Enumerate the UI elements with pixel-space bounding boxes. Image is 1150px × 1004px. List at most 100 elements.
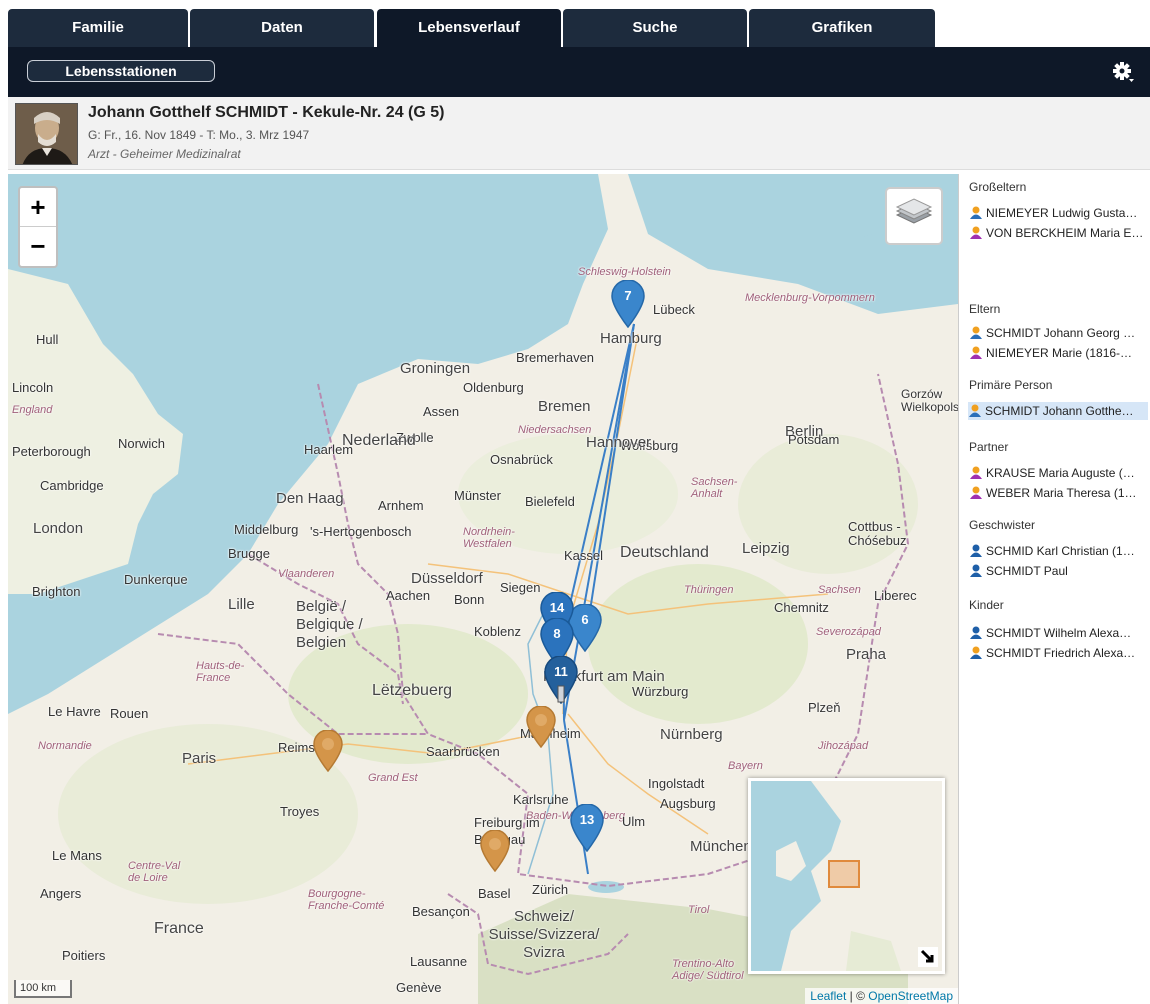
label-jihozapad: Jihozápad <box>818 740 869 752</box>
section-title: Großeltern <box>969 180 1027 194</box>
map-marker-orange[interactable] <box>313 730 343 772</box>
map-marker-11[interactable]: 11 <box>544 656 578 704</box>
list-item[interactable]: SCHMIDT Johann Georg … <box>969 324 1149 342</box>
person-female-icon <box>969 486 983 499</box>
label-bielefeld: Bielefeld <box>525 494 575 509</box>
label-bremen: Bremen <box>538 398 591 415</box>
label-lausanne: Lausanne <box>410 954 468 969</box>
main-tabs: Familie Daten Lebensverlauf Suche Grafik… <box>0 0 1150 47</box>
label-praha: Praha <box>846 646 887 663</box>
person-male-icon <box>969 626 983 639</box>
person-female-icon <box>969 226 983 239</box>
map-marker-13[interactable]: 13 <box>570 804 604 852</box>
list-item[interactable]: SCHMIDT Friedrich Alexa… <box>969 644 1149 662</box>
label-arnhem: Arnhem <box>378 498 424 513</box>
lebensstationen-button[interactable]: Lebensstationen <box>27 60 215 82</box>
label-karlsruhe: Karlsruhe <box>513 792 569 807</box>
zoom-in-button[interactable]: + <box>20 188 56 227</box>
label-plzen: Plzeň <box>808 700 841 715</box>
label-leipzig: Leipzig <box>742 540 790 557</box>
label-middelburg: Middelburg <box>234 522 299 537</box>
label-reims: Reims <box>278 740 315 755</box>
person-male-icon <box>969 564 983 577</box>
zoom-out-button[interactable]: − <box>20 227 56 266</box>
label-grandest: Grand Est <box>368 772 418 784</box>
label-nederland: Nederland <box>342 432 416 449</box>
tab-suche[interactable]: Suche <box>563 9 747 47</box>
label-mecklenburg: Mecklenburg-Vorpommern <box>745 292 875 304</box>
label-wuerzburg: Würzburg <box>632 684 689 699</box>
label-bayern: Bayern <box>728 760 763 772</box>
label-siegen: Siegen <box>500 580 541 595</box>
person-header: Johann Gotthelf SCHMIDT - Kekule-Nr. 24 … <box>8 97 1150 170</box>
attribution-separator: | © <box>846 989 869 1003</box>
label-ingolstadt: Ingolstadt <box>648 776 705 791</box>
label-groningen: Groningen <box>400 360 471 377</box>
person-dates: G: Fr., 16. Nov 1849 - T: Mo., 3. Mrz 19… <box>88 128 310 142</box>
tab-familie[interactable]: Familie <box>8 9 188 47</box>
minimap[interactable] <box>748 778 945 974</box>
layers-icon[interactable] <box>885 187 943 245</box>
tab-lebensverlauf[interactable]: Lebensverlauf <box>377 9 561 47</box>
minimap-toggle-icon[interactable] <box>918 947 938 967</box>
tab-grafiken[interactable]: Grafiken <box>749 9 935 47</box>
list-item[interactable]: NIEMEYER Marie (1816-… <box>969 344 1149 362</box>
map-marker-orange[interactable] <box>526 706 556 748</box>
leaflet-link[interactable]: Leaflet <box>810 989 846 1003</box>
label-chemnitz: Chemnitz <box>774 600 829 615</box>
list-item[interactable]: VON BERCKHEIM Maria E… <box>969 224 1149 242</box>
label-bremerhaven: Bremerhaven <box>516 350 595 365</box>
label-bonn: Bonn <box>454 592 485 607</box>
label-muenchen: München <box>690 838 752 855</box>
label-assen: Assen <box>423 404 460 419</box>
label-oldenburg: Oldenburg <box>463 380 524 395</box>
label-letzebuerg: Lëtzebuerg <box>372 682 453 699</box>
label-ulm: Ulm <box>622 814 646 829</box>
toolbar: Lebensstationen <box>8 47 1150 97</box>
label-zuerich: Zürich <box>532 882 569 897</box>
label-trentino: Trentino-Alto Adige/ Südtirol <box>672 958 744 982</box>
label-centre: Centre-Val de Loire <box>128 860 181 884</box>
list-item[interactable]: NIEMEYER Ludwig Gusta… <box>969 204 1149 222</box>
label-deutschland: Deutschland <box>620 544 709 561</box>
label-niedersachsen: Niedersachsen <box>518 424 592 436</box>
map-attribution: Leaflet | © OpenStreetMap <box>805 988 958 1004</box>
label-tirol: Tirol <box>688 904 710 916</box>
section-title: Partner <box>969 440 1009 454</box>
list-item[interactable]: WEBER Maria Theresa (1… <box>969 484 1149 502</box>
label-geneve: Genève <box>396 980 442 995</box>
map-marker-orange[interactable] <box>480 830 510 872</box>
label-aachen: Aachen <box>386 588 431 603</box>
label-sachsen: Sachsen <box>818 584 861 596</box>
label-london: London <box>33 520 84 537</box>
tab-daten[interactable]: Daten <box>190 9 374 47</box>
label-troyes: Troyes <box>280 804 320 819</box>
label-hautsdefrance: Hauts-de-France <box>196 660 245 684</box>
section-title: Eltern <box>969 302 1001 316</box>
person-female-icon <box>969 346 983 359</box>
map-marker-7[interactable]: 7 <box>611 280 645 328</box>
label-muenster: Münster <box>454 488 501 503</box>
label-severozapad: Severozápad <box>816 626 881 638</box>
label-lehavre: Le Havre <box>48 704 101 719</box>
label-kassel: Kassel <box>564 548 604 563</box>
label-schleswig: Schleswig-Holstein <box>578 266 671 278</box>
list-item-selected[interactable]: SCHMIDT Johann Gotthe… <box>968 402 1148 420</box>
section-title: Kinder <box>969 598 1004 612</box>
label-angers: Angers <box>40 886 82 901</box>
label-liberec: Liberec <box>874 588 917 603</box>
label-cambridge: Cambridge <box>40 478 104 493</box>
label-shertogenbosch: 's-Hertogenbosch <box>310 524 412 539</box>
person-portrait[interactable] <box>15 103 78 165</box>
list-item[interactable]: SCHMID Karl Christian (1… <box>969 542 1149 560</box>
map-view[interactable]: Schleswig-Holstein Lübeck Mecklenburg-Vo… <box>8 174 958 1004</box>
label-besancon: Besançon <box>412 904 470 919</box>
list-item[interactable]: KRAUSE Maria Auguste (… <box>969 464 1149 482</box>
label-hull: Hull <box>36 332 59 347</box>
osm-link[interactable]: OpenStreetMap <box>868 989 953 1003</box>
label-schweiz: Schweiz/ Suisse/Svizzera/ Svizra <box>488 908 600 961</box>
gear-icon[interactable] <box>1110 59 1136 85</box>
label-osnabrueck: Osnabrück <box>490 452 553 467</box>
list-item[interactable]: SCHMIDT Wilhelm Alexa… <box>969 624 1149 642</box>
list-item[interactable]: SCHMIDT Paul <box>969 562 1149 580</box>
